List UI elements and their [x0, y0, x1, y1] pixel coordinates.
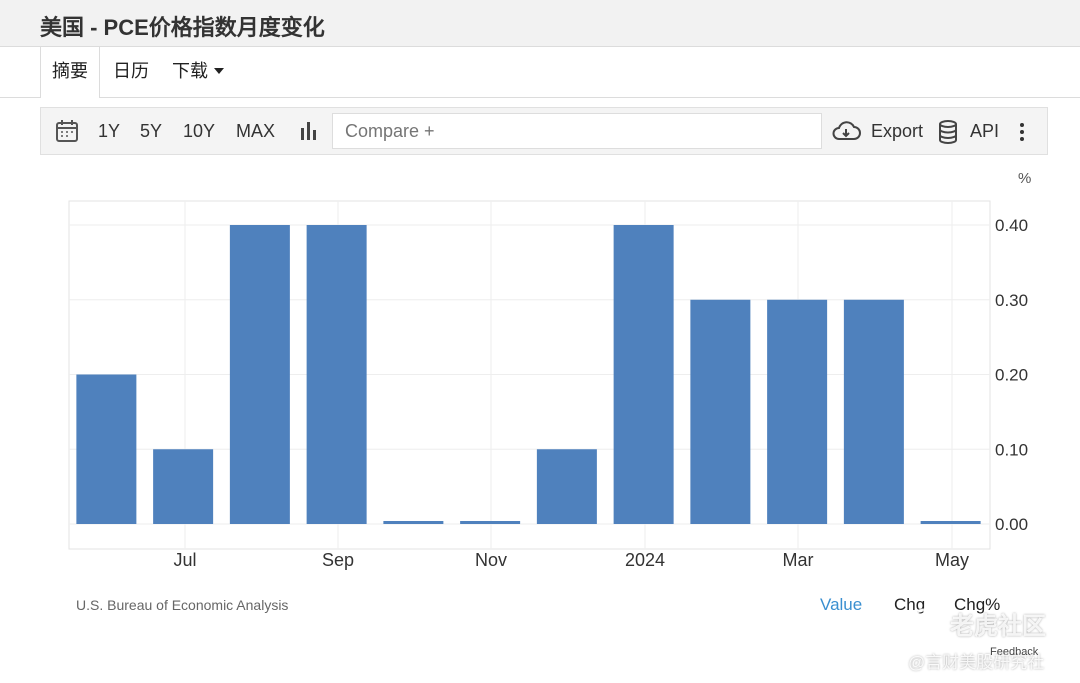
api-button[interactable]: API	[970, 108, 999, 154]
export-button[interactable]: Export	[871, 108, 923, 154]
bar	[229, 225, 290, 524]
bar	[767, 299, 828, 524]
y-unit-label: %	[1018, 170, 1031, 187]
range-5y-button[interactable]: 5Y	[140, 108, 162, 154]
chart-toolbar: 1Y 5Y 10Y MAX Export API	[40, 107, 1048, 155]
y-tick-label: 0.10	[995, 440, 1028, 459]
bar-chart: 0.40 0.30 0.20 0.10 0.00% Jul Sep Nov 2024 Mar May	[68, 170, 1031, 570]
x-tick-label: Nov	[475, 550, 507, 570]
chart-container: 0.40 0.30 0.20 0.10 0.00% Jul Sep Nov 2024 Mar May	[40, 156, 1048, 662]
caret-down-icon	[214, 67, 224, 74]
compare-input[interactable]	[332, 113, 822, 149]
source-label: U.S. Bureau of Economic Analysis	[76, 597, 289, 613]
database-icon[interactable]	[938, 120, 958, 144]
bar	[613, 225, 674, 524]
bar	[460, 521, 521, 524]
page-title: 美国 - PCE价格指数月度变化	[40, 15, 325, 40]
bar	[690, 299, 751, 524]
bar	[383, 521, 444, 524]
y-tick-label: 0.00	[995, 515, 1028, 534]
watermark-brand: 老虎社区	[950, 613, 1046, 640]
bar	[536, 449, 597, 524]
bar	[843, 299, 904, 524]
range-1y-button[interactable]: 1Y	[98, 108, 120, 154]
bar	[76, 374, 137, 524]
tab-bar: 摘要 日历 下载	[0, 47, 1080, 98]
range-10y-button[interactable]: 10Y	[183, 108, 215, 154]
cloud-download-icon[interactable]	[831, 120, 861, 142]
tiger-logo-icon	[908, 608, 940, 641]
x-tick-label: 2024	[625, 550, 665, 570]
x-tick-label: Mar	[783, 550, 814, 570]
tab-summary[interactable]: 摘要	[40, 47, 100, 98]
y-tick-label: 0.30	[995, 291, 1028, 310]
calendar-icon[interactable]	[55, 119, 79, 143]
x-tick-label: May	[935, 550, 969, 570]
bar-chart-icon[interactable]	[299, 120, 319, 142]
bar	[153, 449, 214, 524]
x-tick-label: Sep	[322, 550, 354, 570]
x-tick-label: Jul	[173, 550, 196, 570]
bar	[306, 225, 367, 524]
vertical-ellipsis-icon[interactable]	[1019, 122, 1025, 142]
title-bar: 美国 - PCE价格指数月度变化	[0, 0, 1080, 47]
range-max-button[interactable]: MAX	[236, 108, 275, 154]
tab-download-label: 下载	[172, 61, 208, 81]
y-tick-label: 0.40	[995, 216, 1028, 235]
watermark-handle: @言财美股研究社	[908, 653, 1045, 672]
y-tick-label: 0.20	[995, 366, 1028, 385]
value-link[interactable]: Value	[820, 595, 862, 615]
tab-calendar[interactable]: 日历	[113, 47, 149, 97]
tab-download[interactable]: 下载	[172, 47, 224, 97]
bar	[920, 521, 981, 524]
